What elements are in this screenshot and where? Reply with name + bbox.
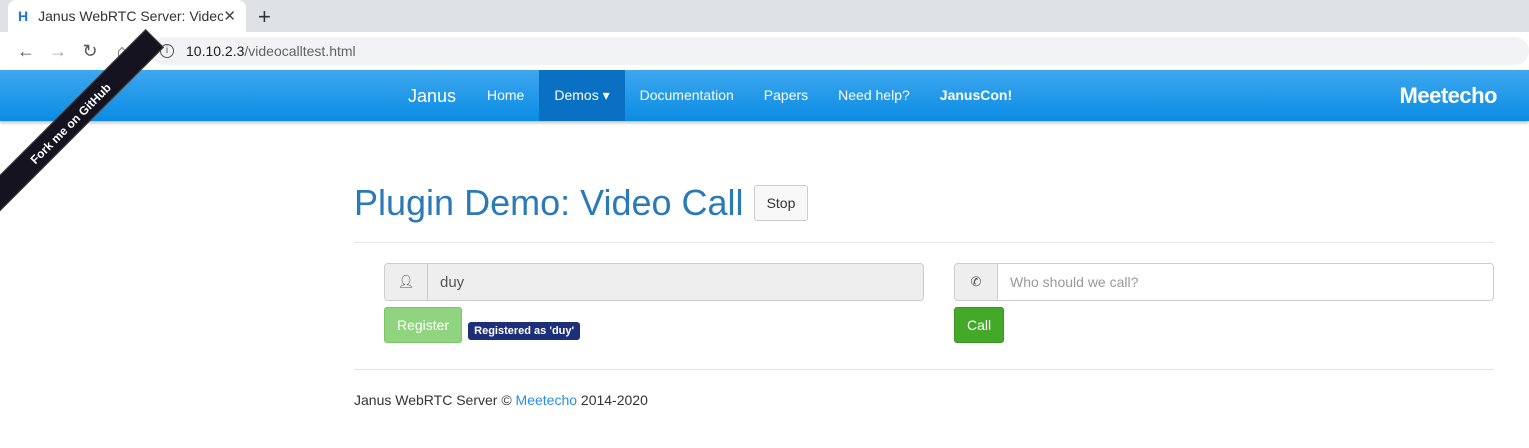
new-tab-icon[interactable]: + bbox=[258, 4, 271, 30]
tab-bar: H Janus WebRTC Server: Video Call ✕ + bbox=[0, 0, 1529, 32]
footer: Janus WebRTC Server © Meetecho 2014-2020 bbox=[354, 392, 1494, 408]
nav-need-help[interactable]: Need help? bbox=[823, 70, 925, 121]
navbar-brand[interactable]: Janus bbox=[408, 86, 456, 107]
browser-toolbar: ← → ↻ ⌂ i 10.10.2.3/videocalltest.html bbox=[0, 32, 1529, 70]
divider bbox=[354, 242, 1494, 243]
nav-documentation[interactable]: Documentation bbox=[625, 70, 749, 121]
nav-januscon[interactable]: JanusCon! bbox=[925, 70, 1027, 121]
footer-years: 2014-2020 bbox=[577, 392, 648, 408]
address-bar[interactable]: i 10.10.2.3/videocalltest.html bbox=[150, 37, 1529, 65]
browser-tab[interactable]: H Janus WebRTC Server: Video Call ✕ bbox=[8, 0, 246, 32]
divider bbox=[354, 369, 1494, 370]
username-input[interactable]: duy bbox=[428, 264, 923, 300]
reload-icon[interactable]: ↻ bbox=[74, 41, 106, 62]
janus-favicon-icon: H bbox=[18, 8, 29, 24]
call-panel: ✆ Who should we call? Call bbox=[954, 263, 1494, 343]
peer-input[interactable]: Who should we call? bbox=[998, 264, 1493, 300]
url-host: 10.10.2.3 bbox=[186, 43, 245, 59]
nav-demos[interactable]: Demos ▾ bbox=[539, 70, 625, 121]
forward-icon[interactable]: → bbox=[42, 41, 74, 62]
meetecho-logo[interactable]: Meetecho bbox=[1400, 83, 1498, 109]
page-title-text: Plugin Demo: Video Call bbox=[354, 182, 744, 223]
phone-icon: ✆ bbox=[955, 264, 998, 300]
registered-badge: Registered as 'duy' bbox=[468, 322, 581, 340]
url-path: /videocalltest.html bbox=[244, 43, 356, 59]
nav-papers[interactable]: Papers bbox=[749, 70, 823, 121]
page-title: Plugin Demo: Video Call Stop bbox=[354, 180, 1494, 226]
nav-home[interactable]: Home bbox=[472, 70, 539, 121]
navbar: Janus Home Demos ▾ Documentation Papers … bbox=[0, 70, 1529, 121]
register-panel: 👤︎ duy Register Registered as 'duy' bbox=[384, 263, 924, 343]
tab-title: Janus WebRTC Server: Video Call bbox=[38, 8, 224, 24]
stop-button[interactable]: Stop bbox=[753, 185, 809, 221]
user-icon: 👤︎ bbox=[385, 264, 428, 300]
main-content: Plugin Demo: Video Call Stop 👤︎ duy Regis… bbox=[354, 180, 1494, 408]
register-button[interactable]: Register bbox=[384, 307, 463, 343]
close-tab-icon[interactable]: ✕ bbox=[223, 7, 236, 25]
back-icon[interactable]: ← bbox=[10, 41, 42, 62]
footer-text: Janus WebRTC Server © bbox=[354, 392, 516, 408]
call-button[interactable]: Call bbox=[954, 307, 1005, 343]
meetecho-link[interactable]: Meetecho bbox=[516, 392, 577, 408]
